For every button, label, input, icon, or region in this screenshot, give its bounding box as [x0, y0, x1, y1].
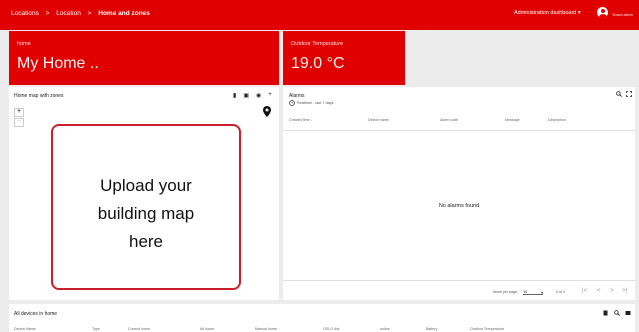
devices-column-header[interactable]: online	[380, 327, 390, 331]
account-icon[interactable]	[597, 7, 608, 18]
home-card-value: My Home ..	[17, 55, 99, 72]
zoom-in-button[interactable]: +	[14, 108, 24, 117]
devices-column-header[interactable]: OSLO link	[323, 327, 339, 331]
map-toolbar: ▮ ▣ ◉ +	[233, 92, 272, 99]
devices-column-header[interactable]: Current home	[128, 327, 150, 331]
columns-icon[interactable]	[625, 310, 631, 316]
breadcrumb-location[interactable]: Location	[56, 10, 81, 17]
next-page-button[interactable]: >	[610, 288, 614, 294]
alarms-column-header[interactable]: Created time ↓	[289, 118, 312, 122]
temperature-card: Outdoor Temperature 19.0 °C	[283, 31, 405, 85]
map-upload-placeholder[interactable]: Upload your building map here	[51, 124, 241, 290]
book-icon[interactable]: ▮	[233, 92, 236, 99]
breadcrumb-current: Home and zones	[98, 10, 150, 17]
alarms-column-header[interactable]: Description	[548, 118, 566, 122]
breadcrumb-separator: >	[87, 10, 92, 17]
alarms-column-header[interactable]: Alarm code	[440, 118, 458, 122]
devices-column-header[interactable]: Type	[92, 327, 100, 331]
items-per-page-label: Items per page:	[493, 290, 518, 294]
dashboard-select[interactable]: Administration dashboard ▾	[514, 10, 581, 16]
upload-line-3: here	[128, 232, 164, 251]
location-pin-icon[interactable]	[263, 106, 271, 117]
breadcrumb-locations[interactable]: Locations	[11, 10, 39, 17]
temperature-card-value: 19.0 °C	[291, 55, 345, 72]
breadcrumb: Locations > Location > Home and zones	[11, 10, 155, 17]
devices-column-header[interactable]: Device Name	[14, 327, 36, 331]
items-per-page-select[interactable]: 10 ▾	[523, 290, 543, 295]
zoom-out-button[interactable]: −	[14, 118, 24, 127]
image-icon[interactable]: ▣	[243, 92, 249, 99]
map-title: Home map with zones	[14, 93, 64, 99]
chevron-down-icon: ▾	[541, 291, 543, 295]
page-range: 0 of 0	[556, 290, 565, 294]
plus-icon[interactable]: +	[268, 92, 272, 99]
devices-panel	[9, 304, 635, 332]
previous-page-button[interactable]: <	[597, 288, 601, 294]
clock-icon	[289, 100, 295, 106]
devices-title: All devices in home	[14, 311, 58, 317]
fullscreen-icon[interactable]	[626, 91, 632, 97]
search-icon[interactable]	[616, 91, 622, 97]
devices-column-header[interactable]: Manual home	[255, 327, 277, 331]
devices-column-header[interactable]: Battery	[426, 327, 437, 331]
upload-line-2: building map	[97, 204, 195, 223]
home-card-label: home	[17, 41, 31, 47]
home-card: home My Home ..	[9, 31, 279, 85]
search-icon[interactable]	[614, 310, 620, 316]
first-page-button[interactable]: |<	[582, 288, 587, 294]
devices-column-header[interactable]: Alt home	[200, 327, 214, 331]
alarms-panel	[283, 87, 635, 300]
footer-divider	[283, 280, 635, 281]
devices-column-header[interactable]: Outdoor Temperature	[470, 327, 504, 331]
header-divider	[283, 130, 635, 131]
download-icon[interactable]	[603, 310, 608, 316]
pin-icon[interactable]: ◉	[256, 92, 261, 99]
breadcrumb-separator: >	[45, 10, 50, 17]
alarms-empty-message: No alarms found	[438, 203, 480, 209]
alarms-title: Alarms	[289, 93, 305, 99]
alarms-column-header[interactable]: Message	[505, 118, 520, 122]
last-page-button[interactable]: >|	[622, 288, 627, 294]
alarms-column-header[interactable]: Device name	[368, 118, 389, 122]
timewindow-label[interactable]: Realtime - last 7 days	[297, 101, 334, 105]
top-bar: Locations > Location > Home and zones Ad…	[0, 0, 639, 30]
temperature-card-label: Outdoor Temperature	[291, 41, 344, 47]
items-per-page-value: 10	[523, 290, 528, 294]
user-label[interactable]: Tenant admin	[612, 13, 633, 17]
upload-line-1: Upload your	[100, 176, 192, 195]
